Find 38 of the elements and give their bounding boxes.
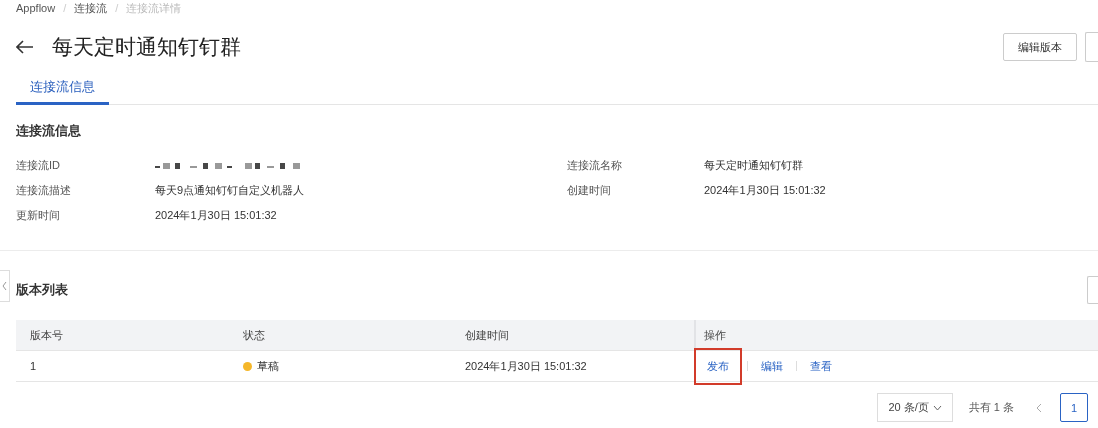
field-label: 连接流描述 bbox=[16, 183, 72, 198]
chevron-left-icon bbox=[2, 282, 7, 290]
field-label: 连接流名称 bbox=[567, 158, 623, 173]
table-cell: 1 bbox=[16, 351, 229, 382]
breadcrumb-link[interactable]: 连接流 bbox=[74, 0, 108, 16]
column-header: 版本号 bbox=[16, 320, 229, 351]
action-link[interactable]: 查看 bbox=[802, 358, 840, 374]
page-size-select[interactable]: 20 条/页 bbox=[877, 393, 953, 422]
section-title: 版本列表 bbox=[16, 281, 68, 299]
section-title: 连接流信息 bbox=[16, 123, 82, 140]
field-label: 创建时间 bbox=[567, 183, 612, 198]
status-label: 草稿 bbox=[257, 358, 279, 374]
total-count: 共有 1 条 bbox=[968, 400, 1014, 415]
field-label: 更新时间 bbox=[16, 208, 61, 223]
breadcrumb-separator: / bbox=[63, 2, 67, 14]
field-value: 每天定时通知钉钉群 bbox=[704, 158, 804, 173]
column-header: 状态 bbox=[229, 320, 451, 351]
column-header: 操作 bbox=[694, 320, 1098, 351]
button-edge[interactable] bbox=[1087, 276, 1098, 304]
breadcrumb-separator: / bbox=[115, 2, 119, 14]
previous-page-icon[interactable] bbox=[1036, 402, 1042, 413]
back-arrow-icon[interactable] bbox=[16, 40, 34, 54]
breadcrumb-link[interactable]: Appflow bbox=[16, 2, 56, 14]
page-button[interactable]: 1 bbox=[1060, 393, 1088, 422]
field-value: 2024年1月30日 15:01:32 bbox=[155, 208, 278, 223]
chevron-down-icon bbox=[932, 404, 942, 411]
edit-version-button[interactable]: 编辑版本 bbox=[1003, 33, 1077, 61]
action-link[interactable]: 发布 bbox=[694, 347, 742, 385]
collapse-handle[interactable] bbox=[0, 270, 10, 302]
action-link[interactable]: 编辑 bbox=[753, 358, 791, 374]
button-edge[interactable] bbox=[1085, 32, 1098, 62]
column-header: 创建时间 bbox=[451, 320, 694, 351]
field-value: 2024年1月30日 15:01:32 bbox=[704, 183, 827, 198]
page-title: 每天定时通知钉钉群 bbox=[52, 34, 241, 60]
field-value: 每天9点通知钉钉自定义机器人 bbox=[155, 183, 306, 198]
field-label: 连接流ID bbox=[16, 158, 61, 173]
tab[interactable]: 连接流信息 bbox=[16, 78, 109, 105]
table-cell: 2024年1月30日 15:01:32 bbox=[451, 351, 694, 382]
